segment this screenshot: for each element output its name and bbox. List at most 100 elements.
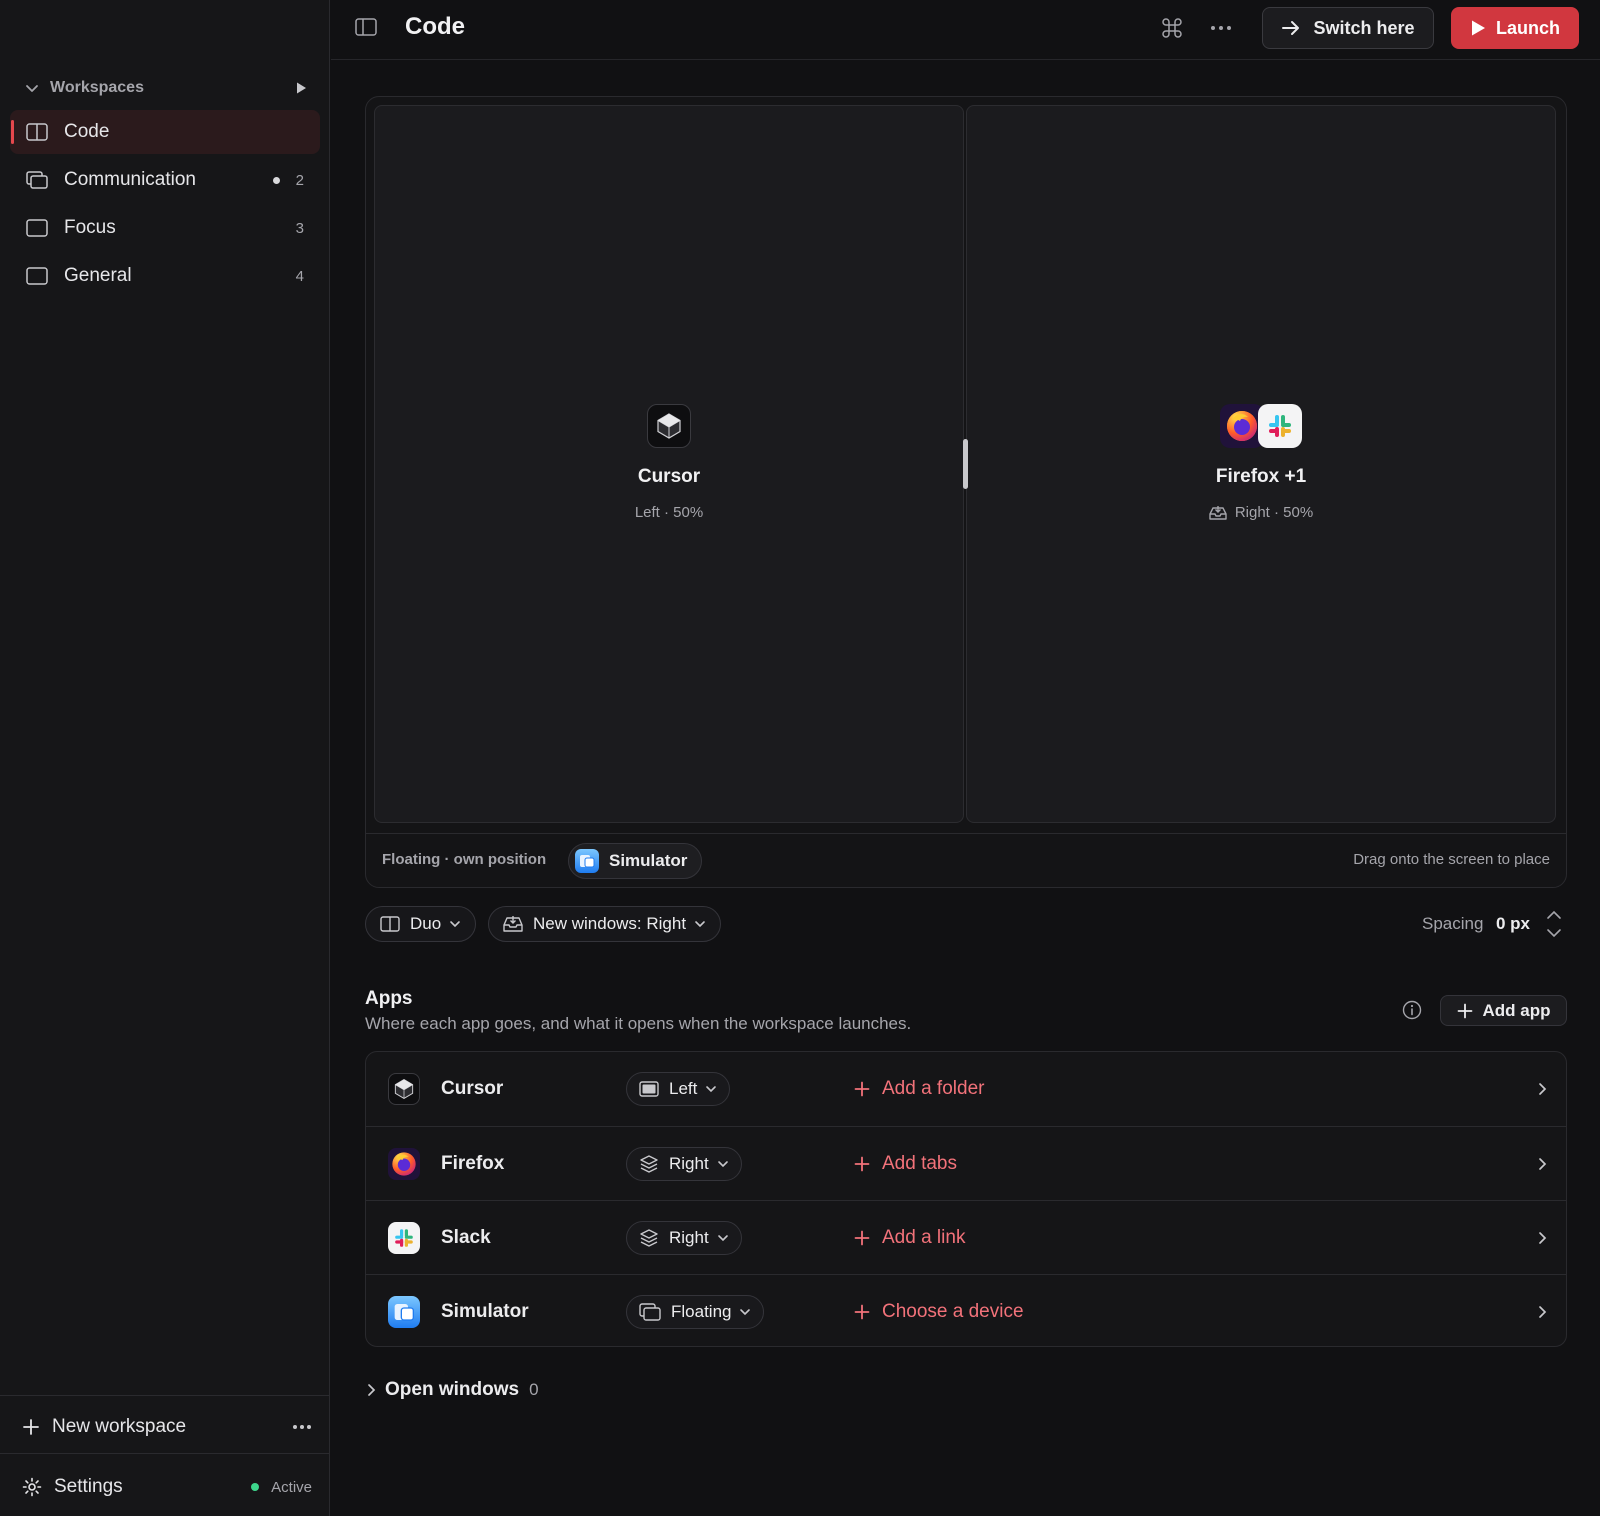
launch-button[interactable]: Launch <box>1451 7 1579 49</box>
window-icon <box>26 219 48 237</box>
app-row-firefox[interactable]: Firefox Right Add tabs <box>366 1126 1566 1200</box>
sidebar-item-communication[interactable]: Communication 2 <box>10 158 320 202</box>
preview-pane-right[interactable]: Firefox +1 Right · 50% <box>966 105 1556 823</box>
apps-section-description: Where each app goes, and what it opens w… <box>365 1014 912 1033</box>
chevron-right-icon[interactable] <box>1536 1230 1548 1246</box>
settings-label: Settings <box>54 1476 123 1497</box>
sidebar-item-count: 3 <box>295 219 304 237</box>
chevron-down-icon <box>694 918 706 930</box>
more-icon[interactable] <box>1210 18 1232 38</box>
layers-icon <box>639 1154 659 1173</box>
plus-icon <box>854 1081 882 1097</box>
sidebar-item-code[interactable]: Code <box>10 110 320 154</box>
add-app-button[interactable]: Add app <box>1440 995 1567 1026</box>
apps-section-title: Apps <box>365 988 413 1009</box>
sidebar-item-count: 2 <box>295 171 304 189</box>
info-icon[interactable] <box>1402 1000 1422 1020</box>
app-name: Cursor <box>441 1078 504 1099</box>
app-row-simulator[interactable]: Simulator Floating Choose a device <box>366 1274 1566 1348</box>
pane-app-name: Cursor <box>637 466 701 487</box>
app-row-slack[interactable]: Slack Right Add a link <box>366 1200 1566 1274</box>
plus-icon <box>854 1156 882 1172</box>
divider <box>0 1395 330 1396</box>
position-select-label: Right <box>669 1227 709 1247</box>
sidebar-item-label: General <box>64 265 132 286</box>
layout-select[interactable]: Duo <box>365 906 477 942</box>
settings-button[interactable]: Settings Active <box>22 1472 312 1502</box>
add-folder-button[interactable]: Add a folder <box>854 1078 984 1100</box>
chevron-down-icon <box>717 1232 729 1244</box>
status-label: Active <box>271 1478 312 1496</box>
pane-app-name: Firefox +1 <box>1215 466 1307 487</box>
add-link-button[interactable]: Add a link <box>854 1227 965 1249</box>
floating-app-chip[interactable]: Simulator <box>568 843 703 879</box>
sidebar-toggle-icon[interactable] <box>355 18 377 36</box>
position-select[interactable]: Right <box>626 1146 742 1181</box>
chevron-right-icon[interactable] <box>1536 1156 1548 1172</box>
chevron-down-icon <box>705 1083 717 1095</box>
layout-select-label: Duo <box>410 914 442 933</box>
position-select-label: Right <box>669 1153 709 1173</box>
layers-icon <box>639 1228 659 1247</box>
app-row-cursor[interactable]: Cursor Left Add a folder <box>366 1052 1566 1126</box>
floating-label: Floating · own position <box>382 851 547 868</box>
plus-icon <box>854 1230 882 1246</box>
more-icon[interactable] <box>292 1424 312 1430</box>
open-windows-toggle[interactable]: Open windows 0 <box>365 1379 539 1401</box>
workspaces-section-header[interactable]: Workspaces <box>24 76 308 100</box>
apps-table: Cursor Left Add a folder Firefox Right A… <box>365 1051 1567 1347</box>
app-name: Firefox <box>441 1152 505 1174</box>
simulator-app-icon <box>575 849 599 873</box>
floating-app-name: Simulator <box>609 851 688 870</box>
choose-device-button[interactable]: Choose a device <box>854 1301 1024 1323</box>
workspace-list: Code Communication 2 Focus 3 General 4 <box>10 110 320 302</box>
layout-preview: Cursor Left · 50% Firefox +1 Right · 50% <box>365 96 1567 888</box>
divider <box>0 1453 330 1454</box>
window-fill-icon <box>639 1081 659 1097</box>
preview-pane-left[interactable]: Cursor Left · 50% <box>374 105 964 823</box>
pane-position-label: Left · 50% <box>634 504 704 521</box>
inbox-icon <box>503 915 523 933</box>
new-workspace-label: New workspace <box>52 1416 187 1437</box>
slack-app-icon <box>388 1221 420 1254</box>
plus-icon <box>22 1418 40 1436</box>
plus-icon <box>854 1304 882 1320</box>
top-bar: Code Switch here Launch <box>331 0 1600 60</box>
action-label: Choose a device <box>882 1300 1024 1322</box>
action-label: Add a link <box>882 1226 966 1248</box>
sidebar-item-label: Code <box>64 121 110 142</box>
stacked-windows-icon <box>26 171 48 189</box>
new-workspace-button[interactable]: New workspace <box>22 1412 312 1442</box>
position-select-label: Left <box>669 1079 698 1098</box>
position-select[interactable]: Right <box>626 1220 742 1255</box>
add-tabs-button[interactable]: Add tabs <box>854 1153 957 1175</box>
slack-app-icon <box>1258 404 1302 448</box>
split-resize-handle[interactable] <box>963 439 968 489</box>
cursor-app-icon <box>647 404 691 448</box>
launch-label: Launch <box>1495 17 1560 38</box>
chevron-down-icon <box>739 1306 751 1318</box>
command-icon[interactable] <box>1161 17 1183 39</box>
chevron-down-icon <box>717 1158 729 1170</box>
workspaces-section-label: Workspaces <box>50 79 144 96</box>
chevron-right-icon[interactable] <box>1536 1304 1548 1320</box>
sidebar-item-focus[interactable]: Focus 3 <box>10 206 320 250</box>
play-icon[interactable] <box>294 81 308 95</box>
new-windows-select-label: New windows: Right <box>533 914 687 933</box>
switch-here-button[interactable]: Switch here <box>1262 7 1434 49</box>
stacked-windows-icon <box>639 1302 661 1321</box>
position-select[interactable]: Floating <box>626 1294 765 1329</box>
chevron-right-icon[interactable] <box>1536 1081 1548 1097</box>
chevron-down-icon[interactable] <box>24 80 40 96</box>
pane-position-label: Right · 50% <box>1234 504 1314 521</box>
sidebar-item-general[interactable]: General 4 <box>10 254 320 298</box>
chevron-right-icon <box>365 1382 377 1398</box>
new-windows-select[interactable]: New windows: Right <box>488 906 722 942</box>
position-select[interactable]: Left <box>626 1072 731 1106</box>
position-select-label: Floating <box>671 1301 732 1321</box>
page-title: Code <box>405 13 465 40</box>
spacing-stepper[interactable] <box>1541 906 1567 942</box>
play-icon <box>1470 19 1496 37</box>
drag-hint: Drag onto the screen to place <box>1353 851 1550 868</box>
status-dot <box>251 1483 260 1491</box>
